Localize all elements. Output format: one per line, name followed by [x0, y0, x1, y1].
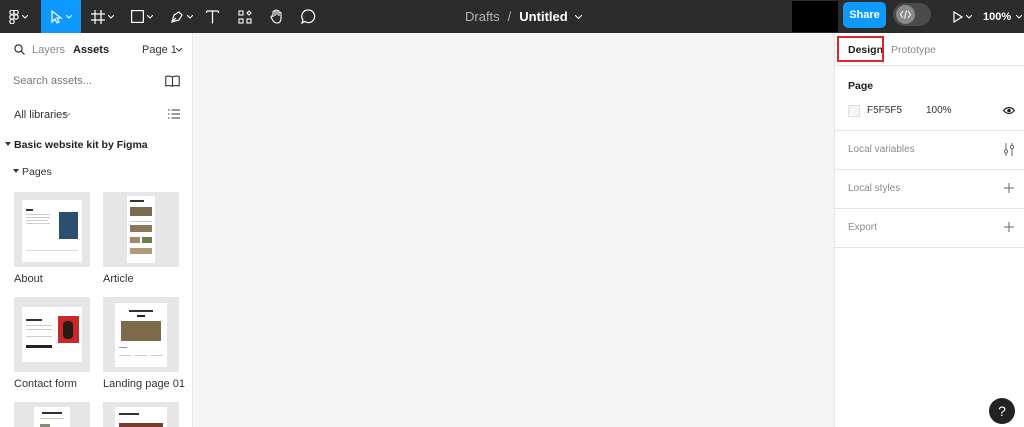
frame-tool[interactable]: [87, 0, 117, 33]
page-thumbnail-contact-form[interactable]: [14, 297, 90, 372]
tab-assets[interactable]: Assets: [73, 44, 109, 56]
right-panel: Design Prototype Page F5F5F5 100% Local …: [834, 33, 1024, 427]
export-section[interactable]: Export: [835, 209, 1024, 248]
page-selector[interactable]: Page 1: [142, 44, 177, 56]
resources-icon: [238, 9, 252, 24]
path-separator: /: [507, 9, 512, 24]
chevron-down-icon: [186, 14, 193, 19]
section-title-local-variables: Local variables: [848, 144, 915, 155]
plus-icon[interactable]: [1004, 183, 1014, 193]
main-menu-button[interactable]: [0, 0, 37, 33]
chevron-down-icon: [1016, 14, 1023, 19]
section-title-local-styles: Local styles: [848, 183, 901, 194]
left-panel: Layers Assets Page 1 All libraries Basic…: [0, 33, 193, 427]
page-section-title: Page: [848, 80, 874, 92]
chevron-down-icon: [65, 14, 72, 19]
chevron-down-icon[interactable]: [64, 113, 70, 117]
dev-mode-toggle[interactable]: [893, 3, 931, 26]
rectangle-icon: [131, 10, 144, 23]
page-thumbnail[interactable]: [14, 402, 90, 427]
file-name[interactable]: Untitled: [519, 9, 567, 24]
hand-icon: [270, 9, 282, 24]
move-tool[interactable]: [41, 0, 81, 33]
zoom-control[interactable]: 100%: [983, 0, 1023, 33]
resources-tool[interactable]: [235, 0, 255, 33]
play-icon: [952, 10, 963, 23]
chevron-down-icon: [147, 14, 153, 19]
share-button[interactable]: Share: [843, 2, 886, 28]
search-input[interactable]: [13, 73, 153, 89]
chevron-down-icon[interactable]: [176, 48, 182, 52]
page-section: Page F5F5F5 100%: [835, 66, 1024, 131]
chevron-down-icon: [22, 14, 28, 19]
pen-icon: [170, 10, 183, 23]
page-label-article[interactable]: Article: [103, 273, 134, 285]
caret-down-icon[interactable]: [5, 142, 11, 147]
comment-icon: [300, 9, 315, 24]
text-tool[interactable]: [202, 0, 222, 33]
section-title-export: Export: [848, 222, 877, 233]
page-color-swatch[interactable]: [848, 105, 860, 117]
file-location[interactable]: Drafts: [465, 9, 500, 24]
page-color-value[interactable]: F5F5F5: [867, 105, 902, 116]
eye-icon[interactable]: [1003, 106, 1015, 115]
local-styles-section[interactable]: Local styles: [835, 170, 1024, 209]
file-title: Drafts / Untitled: [465, 0, 582, 33]
all-libraries-dropdown[interactable]: All libraries: [14, 109, 68, 121]
figma-logo-icon: [9, 9, 19, 24]
zoom-level: 100%: [983, 10, 1012, 23]
comment-tool[interactable]: [298, 0, 318, 33]
variables-icon[interactable]: [1003, 143, 1015, 156]
dev-mode-knob: [896, 5, 915, 24]
chevron-down-icon[interactable]: [574, 14, 582, 19]
chevron-down-icon: [107, 14, 114, 19]
shape-tool[interactable]: [127, 0, 157, 33]
page-thumbnail-article[interactable]: [103, 192, 179, 267]
text-icon: [205, 9, 219, 23]
search-icon: [14, 44, 25, 55]
caret-down-icon[interactable]: [13, 169, 19, 174]
avatar[interactable]: [792, 1, 838, 32]
present-button[interactable]: [948, 0, 976, 33]
top-toolbar: Drafts / Untitled Share 100%: [0, 0, 1024, 33]
page-thumbnail-about[interactable]: [14, 192, 90, 267]
chevron-down-icon: [965, 14, 972, 19]
page-label-landing-page-01[interactable]: Landing page 01: [103, 378, 185, 390]
canvas[interactable]: [193, 33, 834, 427]
help-button[interactable]: ?: [989, 398, 1015, 424]
code-icon: [900, 10, 911, 19]
page-thumbnail[interactable]: [103, 402, 179, 427]
local-variables-section[interactable]: Local variables: [835, 131, 1024, 170]
library-book-icon[interactable]: [165, 75, 180, 87]
tab-layers[interactable]: Layers: [32, 44, 65, 56]
page-label-contact-form[interactable]: Contact form: [14, 378, 77, 390]
list-view-icon[interactable]: [168, 109, 180, 119]
section-pages[interactable]: Pages: [22, 166, 52, 178]
frame-icon: [90, 9, 105, 24]
page-opacity-value[interactable]: 100%: [926, 105, 952, 116]
page-thumbnail-landing-page-01[interactable]: [103, 297, 179, 372]
cursor-icon: [50, 9, 63, 24]
hand-tool[interactable]: [266, 0, 288, 33]
tab-prototype[interactable]: Prototype: [891, 44, 936, 56]
page-label-about[interactable]: About: [14, 273, 43, 285]
library-name[interactable]: Basic website kit by Figma: [14, 139, 148, 151]
pen-tool[interactable]: [166, 0, 196, 33]
highlight-box: [837, 36, 884, 62]
plus-icon[interactable]: [1004, 222, 1014, 232]
